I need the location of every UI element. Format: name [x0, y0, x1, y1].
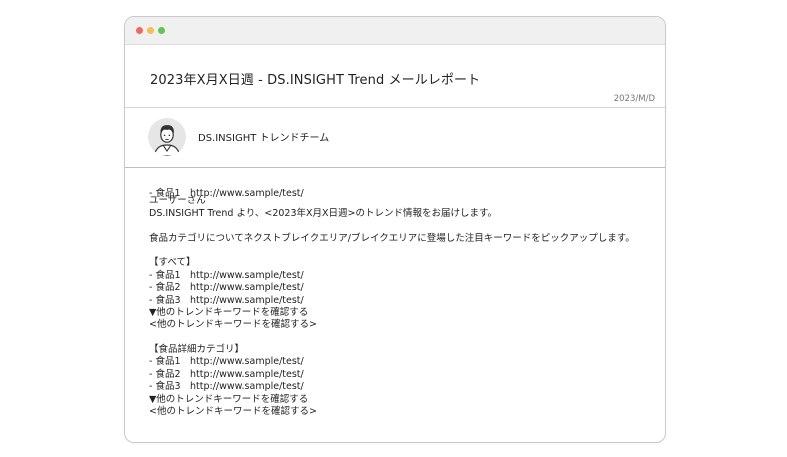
window-titlebar	[125, 17, 665, 45]
email-window: 2023年X月X日週 - DS.INSIGHT Trend メールレポート 20…	[124, 16, 666, 443]
section-heading-detail: 【食品詳細カテゴリ】	[149, 344, 245, 356]
email-date: 2023/M/D	[613, 94, 655, 104]
more-keywords-link[interactable]: <他のトレンドキーワードを確認する>	[149, 319, 635, 331]
maximize-window-button[interactable]	[158, 27, 165, 34]
email-subject: 2023年X月X日週 - DS.INSIGHT Trend メールレポート	[150, 73, 481, 88]
divider	[125, 167, 665, 168]
person-avatar-icon	[148, 118, 186, 156]
list-item[interactable]: - 食品1 http://www.sample/test/	[149, 356, 635, 368]
minimize-window-button[interactable]	[147, 27, 154, 34]
email-body: - 食品1 http://www.sample/test/ ユーザーさん DS.…	[149, 188, 635, 418]
divider	[125, 107, 665, 108]
more-keywords-label: ▼他のトレンドキーワードを確認する	[149, 306, 309, 318]
more-keywords-label: ▼他のトレンドキーワードを確認する	[149, 393, 309, 405]
list-item[interactable]: - 食品1 http://www.sample/test/	[149, 270, 635, 282]
more-keywords-link[interactable]: <他のトレンドキーワードを確認する>	[149, 406, 635, 418]
list-item[interactable]: - 食品3 http://www.sample/test/	[149, 381, 635, 393]
close-window-button[interactable]	[136, 27, 143, 34]
intro-text: DS.INSIGHT Trend より、<2023年X月X日週>のトレンド情報を…	[149, 207, 498, 219]
list-item[interactable]: - 食品2 http://www.sample/test/	[149, 282, 635, 294]
description-text: 食品カテゴリについてネクストブレイクエリア/ブレイクエリアに登場した注目キーワー…	[149, 232, 635, 244]
list-item[interactable]: - 食品3 http://www.sample/test/	[149, 295, 635, 307]
list-item[interactable]: - 食品2 http://www.sample/test/	[149, 369, 635, 381]
sender-name: DS.INSIGHT トレンドチーム	[198, 133, 330, 144]
section-heading-all: 【すべて】	[149, 257, 196, 269]
